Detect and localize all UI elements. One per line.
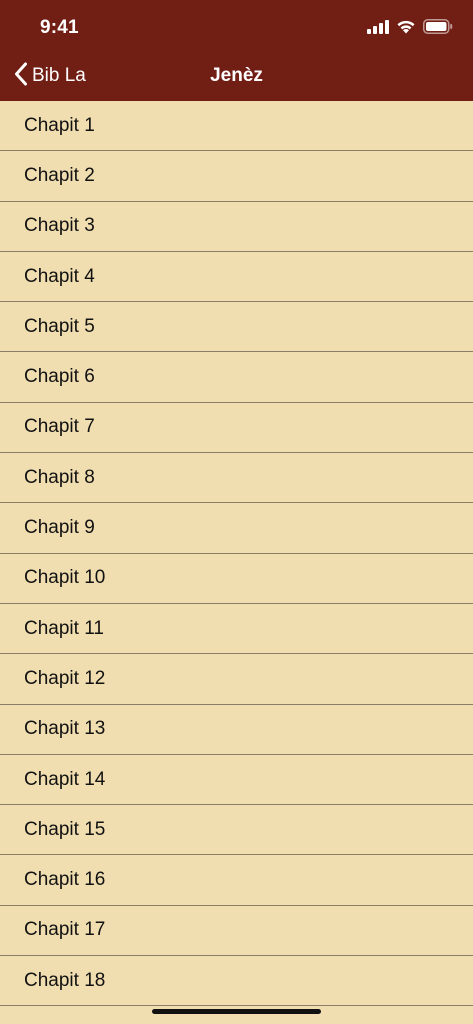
chapter-row[interactable]: Chapit 16	[0, 855, 473, 906]
chapter-row[interactable]: Chapit 1	[0, 101, 473, 152]
status-icons	[367, 19, 453, 39]
chapter-row[interactable]: Chapit 4	[0, 252, 473, 303]
chapter-row[interactable]: Chapit 12	[0, 654, 473, 705]
status-time: 9:41	[40, 17, 79, 38]
chapter-row[interactable]: Chapit 6	[0, 352, 473, 403]
chapter-row[interactable]: Chapit 3	[0, 202, 473, 252]
wifi-icon	[396, 19, 416, 39]
battery-icon	[423, 19, 453, 39]
chapter-label: Chapit 14	[24, 768, 106, 790]
page-title: Jenèz	[210, 65, 263, 86]
chapter-row[interactable]: Chapit 9	[0, 503, 473, 554]
chapter-row[interactable]: Chapit 14	[0, 755, 473, 806]
chapter-label: Chapit 18	[24, 969, 106, 991]
chapter-label: Chapit 12	[24, 667, 106, 689]
cellular-signal-icon	[367, 19, 389, 39]
chapter-row[interactable]: Chapit 18	[0, 956, 473, 1007]
chapter-label: Chapit 10	[24, 567, 106, 589]
chapter-label: Chapit 13	[24, 718, 106, 740]
chapter-label: Chapit 2	[24, 164, 95, 186]
chapter-list[interactable]: Chapit 1 Chapit 2 Chapit 3 Chapit 4 Chapit 5…	[0, 101, 473, 1024]
chapter-row[interactable]: Chapit 17	[0, 906, 473, 957]
chapter-label: Chapit 16	[24, 869, 106, 891]
chapter-label: Chapit 5	[24, 315, 95, 337]
chapter-row[interactable]: Chapit 13	[0, 705, 473, 755]
chapter-label: Chapit 8	[24, 466, 95, 488]
chapter-row[interactable]: Chapit 11	[0, 604, 473, 655]
chapter-label: Chapit 9	[24, 517, 95, 539]
chapter-label: Chapit 4	[24, 265, 95, 287]
chapter-label: Chapit 6	[24, 366, 95, 388]
home-indicator[interactable]	[152, 1009, 321, 1014]
chapter-row[interactable]: Chapit 15	[0, 805, 473, 856]
chapter-label: Chapit 17	[24, 919, 106, 941]
chapter-row[interactable]: Chapit 10	[0, 554, 473, 604]
chapter-label: Chapit 15	[24, 818, 106, 840]
navigation-header: 9:41 Bib La Jenèz	[0, 0, 473, 101]
chapter-row[interactable]: Chapit 8	[0, 453, 473, 504]
chapter-label: Chapit 3	[24, 215, 95, 237]
chapter-label: Chapit 7	[24, 416, 95, 438]
chapter-row[interactable]: Chapit 7	[0, 403, 473, 454]
chapter-label: Chapit 1	[24, 114, 95, 136]
chapter-row[interactable]: Chapit 5	[0, 302, 473, 353]
chapter-label: Chapit 11	[24, 617, 104, 639]
chapter-row[interactable]: Chapit 2	[0, 151, 473, 202]
